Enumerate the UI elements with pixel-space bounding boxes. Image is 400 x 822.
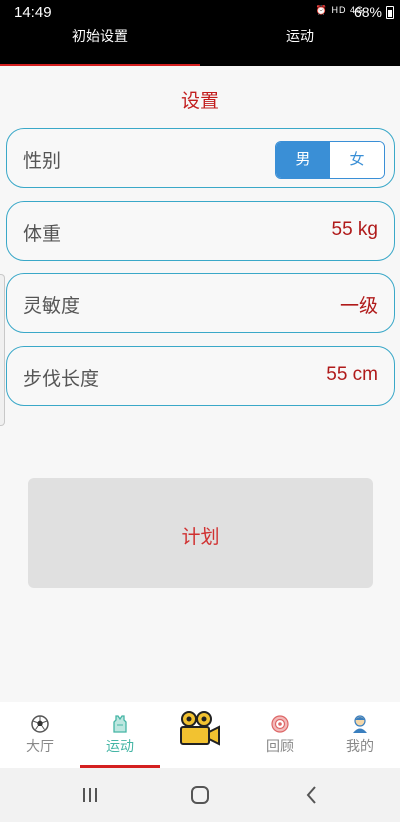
battery-percent: 68% <box>353 4 382 20</box>
nav-item-review[interactable]: 回顾 <box>240 702 320 768</box>
nav-label-mine: 我的 <box>346 739 374 755</box>
plan-button[interactable]: 计划 <box>28 478 373 588</box>
gender-toggle: 男 女 <box>275 141 385 179</box>
sensitivity-label: 灵敏度 <box>23 295 81 317</box>
video-camera-icon <box>180 711 220 746</box>
home-icon[interactable] <box>188 783 212 807</box>
status-time: 14:49 <box>14 4 52 21</box>
nav-label-sport: 运动 <box>106 739 134 755</box>
tab-sport[interactable]: 运动 <box>200 26 400 46</box>
nav-item-mine[interactable]: 我的 <box>320 702 400 768</box>
back-icon[interactable] <box>300 783 324 807</box>
stride-value: 55 cm <box>326 364 378 385</box>
sensitivity-value: 一级 <box>339 296 378 317</box>
battery-icon <box>386 6 394 19</box>
nav-label-lobby: 大厅 <box>26 739 54 755</box>
nav-item-sport[interactable]: 运动 <box>80 702 160 768</box>
target-icon <box>271 715 289 733</box>
gender-option-female[interactable]: 女 <box>330 142 384 178</box>
bottom-nav: 大厅 运动 回顾 我的 <box>0 702 400 768</box>
weight-value: 55 kg <box>331 219 378 240</box>
status-bar: 14:49 ⏰ HD 4G 68% <box>0 0 400 24</box>
weight-label: 体重 <box>23 223 62 245</box>
system-nav-bar <box>0 768 400 822</box>
gender-option-male[interactable]: 男 <box>276 142 330 178</box>
gender-label: 性别 <box>23 150 62 172</box>
side-drawer-handle[interactable] <box>0 274 5 426</box>
gender-row: 性别 男 女 <box>6 128 395 188</box>
nav-item-lobby[interactable]: 大厅 <box>0 702 80 768</box>
stride-label: 步伐长度 <box>23 368 100 390</box>
top-tab-bar: 初始设置 运动 <box>0 24 400 67</box>
nav-label-review: 回顾 <box>266 739 294 755</box>
sport-vest-icon <box>113 715 127 733</box>
tab-initial-settings[interactable]: 初始设置 <box>0 26 200 46</box>
recent-apps-icon[interactable] <box>78 783 102 807</box>
nav-item-video[interactable] <box>160 702 240 768</box>
settings-content: 设置 性别 男 女 体重 55 kg 灵敏度 一级 步伐长度 55 cm 计划 <box>0 66 400 702</box>
user-avatar-icon <box>353 715 367 733</box>
soccer-ball-icon <box>31 715 49 733</box>
stride-row[interactable]: 步伐长度 55 cm <box>6 346 395 406</box>
weight-row[interactable]: 体重 55 kg <box>6 201 395 261</box>
sensitivity-row[interactable]: 灵敏度 一级 <box>6 273 395 333</box>
page-title: 设置 <box>180 90 219 112</box>
plan-button-label: 计划 <box>181 526 220 548</box>
